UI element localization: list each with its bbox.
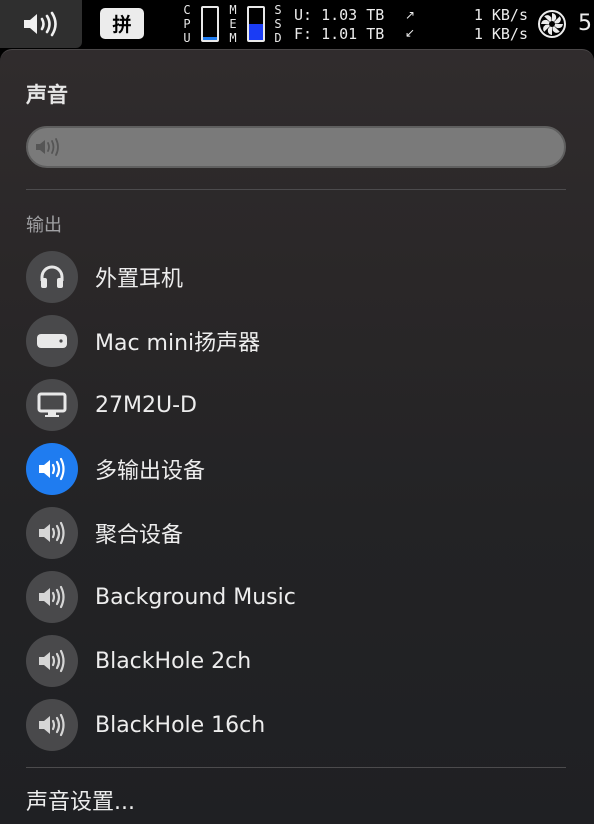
device-label: 27M2U-D — [95, 392, 197, 418]
device-icon-circle — [26, 251, 78, 303]
mac-mini-icon — [37, 334, 67, 348]
device-icon-circle — [26, 699, 78, 751]
speaker-icon — [39, 649, 65, 673]
device-icon-circle — [26, 635, 78, 687]
cpu-gauge[interactable] — [201, 6, 219, 42]
divider — [26, 767, 566, 768]
device-item-multi-output[interactable]: 多输出设备 — [26, 443, 566, 495]
output-section-label: 输出 — [26, 215, 62, 236]
input-method-indicator[interactable]: 拼 — [100, 8, 144, 39]
volume-slider[interactable] — [26, 126, 566, 168]
fan-value: 5 — [578, 11, 592, 36]
disk-used-text[interactable]: U: 1.03 TB — [294, 6, 384, 24]
device-item-aggregate[interactable]: 聚合设备 — [26, 507, 566, 559]
speaker-icon — [24, 11, 57, 37]
volume-low-icon — [36, 138, 59, 156]
device-item-blackhole-2ch[interactable]: BlackHole 2ch — [26, 635, 566, 687]
device-label: Mac mini扬声器 — [95, 331, 261, 356]
speaker-icon — [39, 521, 65, 545]
device-item-mac-mini-speaker[interactable]: Mac mini扬声器 — [26, 315, 566, 367]
device-label: BlackHole 2ch — [95, 648, 252, 674]
device-label: 外置耳机 — [95, 267, 184, 292]
device-label: 聚合设备 — [95, 523, 184, 548]
device-icon-circle — [26, 315, 78, 367]
menubar-sound-button[interactable] — [0, 0, 82, 48]
fan-icon[interactable] — [536, 8, 568, 40]
speaker-icon — [39, 713, 65, 737]
device-label: Background Music — [95, 584, 296, 610]
input-method-label: 拼 — [112, 14, 132, 36]
speaker-icon — [39, 585, 65, 609]
device-item-blackhole-16ch[interactable]: BlackHole 16ch — [26, 699, 566, 751]
device-item-27m2u-d[interactable]: 27M2U-D — [26, 379, 566, 431]
device-item-background-music[interactable]: Background Music — [26, 571, 566, 623]
cpu-label: CPU — [183, 3, 191, 45]
sound-menu-panel: 声音 输出 外置耳机 Mac mini扬声器 27M2U-D 多输出设备 聚合设… — [0, 49, 594, 824]
device-icon-circle — [26, 379, 78, 431]
panel-title: 声音 — [26, 83, 68, 107]
speaker-icon — [39, 457, 65, 481]
device-icon-circle — [26, 507, 78, 559]
download-arrow-icon: ↙ — [405, 26, 416, 40]
headphones-icon — [40, 265, 64, 288]
cpu-gauge-fill — [203, 37, 217, 40]
net-up-text[interactable]: 1 KB/s — [474, 6, 528, 24]
mem-label: MEM — [229, 3, 237, 45]
divider — [26, 189, 566, 190]
sound-settings-link[interactable]: 声音设置... — [26, 784, 135, 816]
mem-gauge-fill — [249, 24, 263, 40]
mem-gauge[interactable] — [247, 6, 265, 42]
net-down-text[interactable]: 1 KB/s — [474, 25, 528, 43]
device-label: BlackHole 16ch — [95, 712, 266, 738]
device-item-external-headphones[interactable]: 外置耳机 — [26, 251, 566, 303]
ssd-label: SSD — [274, 3, 282, 45]
disk-free-text[interactable]: F: 1.01 TB — [294, 25, 384, 43]
menu-bar: 拼 CPU MEM SSD U: 1.03 TB F: 1.01 TB ↗ ↙ … — [0, 0, 594, 48]
display-icon — [37, 392, 67, 417]
device-label: 多输出设备 — [95, 459, 206, 484]
device-icon-circle-active — [26, 443, 78, 495]
upload-arrow-icon: ↗ — [405, 8, 416, 22]
device-icon-circle — [26, 571, 78, 623]
